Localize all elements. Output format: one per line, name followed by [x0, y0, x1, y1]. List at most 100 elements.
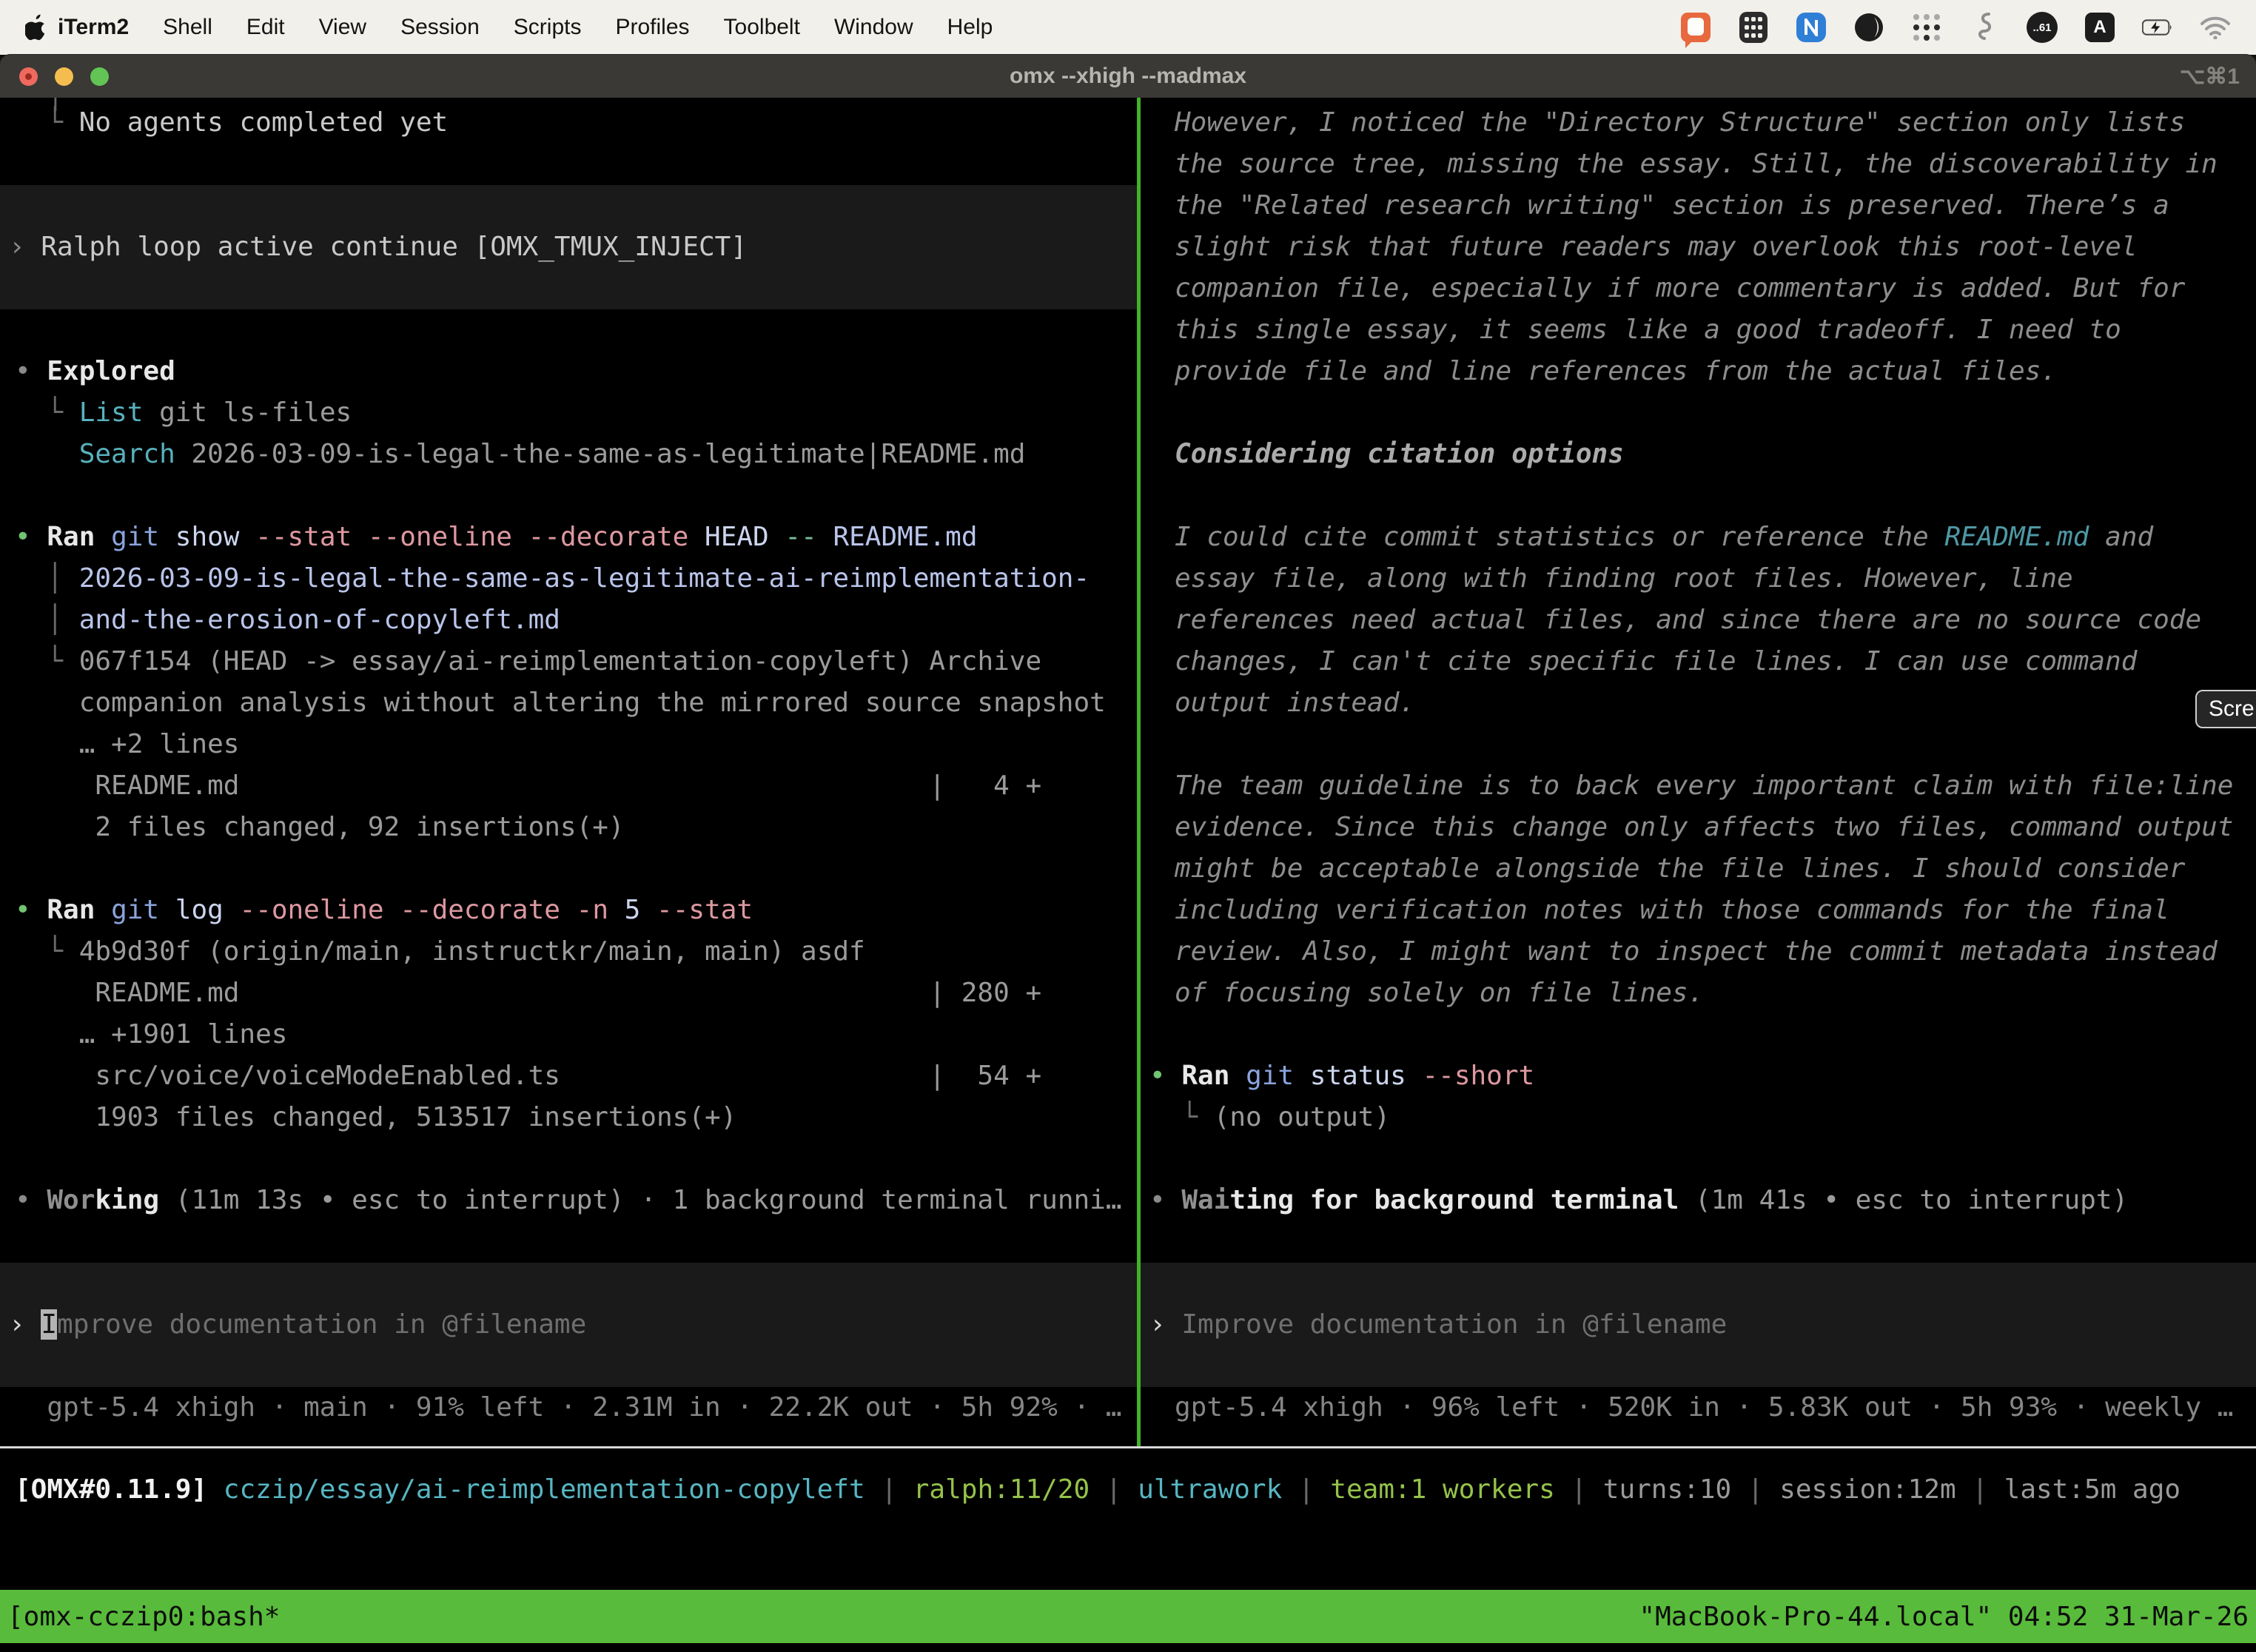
blue-bolt-icon[interactable]	[1796, 12, 1827, 43]
omx-status-area: [OMX#0.11.9] cczip/essay/ai-reimplementa…	[0, 1448, 2256, 1590]
terminal-row	[0, 1221, 1137, 1263]
terminal-row	[0, 144, 1137, 185]
tmux-panes: └ No agents completed yet › Ralph loop ac…	[0, 98, 2256, 1446]
tmux-session-label[interactable]: [omx-cczip0:bash*	[7, 1602, 280, 1632]
terminal-row: slight risk that future readers may over…	[1141, 226, 2256, 268]
iterm-window: omx --xhigh --madmax ⌥⌘1 │ └ No agents c…	[0, 55, 2256, 1652]
terminal-row: references need actual files, and since …	[1141, 600, 2256, 641]
terminal-row: the "Related research writing" section i…	[1141, 185, 2256, 226]
terminal-row: └ 4b9d30f (origin/main, instructkr/main,…	[0, 931, 1137, 973]
input-source-badge[interactable]: A	[2084, 12, 2115, 43]
explored-header: • Explored	[0, 351, 1137, 392]
terminal-row	[0, 309, 1137, 351]
terminal-row	[0, 475, 1137, 517]
tree-line-fragment: │	[47, 98, 64, 117]
terminal-row	[1141, 1263, 2256, 1304]
battery-percent-badge[interactable]: ..61	[2027, 12, 2058, 43]
apple-menu-icon[interactable]	[25, 14, 47, 41]
terminal-row	[1141, 475, 2256, 517]
menu-view[interactable]: View	[319, 15, 366, 40]
explored-search: Search 2026-03-09-is-legal-the-same-as-l…	[0, 434, 1137, 475]
terminal-row: companion file, especially if more comme…	[1141, 268, 2256, 309]
dots-grid-icon[interactable]	[1911, 12, 1942, 43]
omx-status-bar: [OMX#0.11.9] cczip/essay/ai-reimplementa…	[0, 1469, 2256, 1511]
agents-status-row: └ No agents completed yet	[0, 102, 1137, 144]
terminal-row: … +2 lines	[0, 724, 1137, 765]
menu-window[interactable]: Window	[834, 15, 913, 40]
menu-iterm2[interactable]: iTerm2	[58, 15, 129, 40]
working-indicator: • Working (11m 13s • esc to interrupt) ·…	[0, 1180, 1137, 1221]
terminal-row: changes, I can't cite specific file line…	[1141, 641, 2256, 682]
command-row: • Ran git status --short	[1141, 1055, 2256, 1097]
menu-toolbelt[interactable]: Toolbelt	[724, 15, 800, 40]
terminal-row: output instead.	[1141, 682, 2256, 724]
terminal-row	[0, 1138, 1137, 1180]
terminal-row: essay file, along with finding root file…	[1141, 558, 2256, 600]
terminal-row	[0, 1263, 1137, 1304]
minimize-button[interactable]	[55, 67, 73, 86]
squiggle-icon[interactable]	[1969, 12, 2000, 43]
terminal-row: of focusing solely on file lines.	[1141, 973, 2256, 1014]
terminal-row: this single essay, it seems like a good …	[1141, 309, 2256, 351]
right-terminal-pane[interactable]: However, I noticed the "Directory Struct…	[1141, 98, 2256, 1446]
terminal-row	[0, 185, 1137, 226]
menu-bar: iTerm2 Shell Edit View Session Scripts P…	[0, 0, 2256, 55]
wifi-icon[interactable]	[2200, 12, 2231, 43]
pane-status-line: gpt-5.4 xhigh · main · 91% left · 2.31M …	[0, 1387, 1137, 1428]
terminal-row: │ and-the-erosion-of-copyleft.md	[0, 600, 1137, 641]
window-shortcut-hint: ⌥⌘1	[2180, 55, 2240, 98]
title-bar[interactable]: omx --xhigh --madmax ⌥⌘1	[0, 55, 2256, 98]
prompt-input[interactable]: › Improve documentation in @filename	[0, 1304, 1137, 1346]
left-terminal-pane[interactable]: └ No agents completed yet › Ralph loop ac…	[0, 98, 1137, 1446]
terminal-row	[1141, 1346, 2256, 1387]
terminal-row: … +1901 lines	[0, 1014, 1137, 1055]
window-controls	[19, 55, 109, 98]
terminal-row	[1141, 724, 2256, 765]
terminal-row: including verification notes with those …	[1141, 890, 2256, 931]
menu-profiles[interactable]: Profiles	[615, 15, 689, 40]
menu-edit[interactable]: Edit	[246, 15, 285, 40]
screen-share-overlay[interactable]: Scre	[2195, 690, 2256, 728]
ralph-inject-row: › Ralph loop active continue [OMX_TMUX_I…	[0, 226, 1137, 268]
window-title: omx --xhigh --madmax	[1010, 64, 1246, 89]
menu-help[interactable]: Help	[947, 15, 993, 40]
prompt-input[interactable]: › Improve documentation in @filename	[1141, 1304, 2256, 1346]
menu-session[interactable]: Session	[400, 15, 480, 40]
waiting-indicator: • Waiting for background terminal (1m 41…	[1141, 1180, 2256, 1221]
terminal-row	[0, 1346, 1137, 1387]
terminal-row: evidence. Since this change only affects…	[1141, 807, 2256, 848]
terminal-row: README.md | 4 +	[0, 765, 1137, 807]
dark-crescent-icon[interactable]	[1853, 12, 1884, 43]
tmux-status-bar: [omx-cczip0:bash* "MacBook-Pro-44.local"…	[0, 1590, 2256, 1643]
zoom-button[interactable]	[90, 67, 109, 86]
terminal-row	[1141, 1138, 2256, 1180]
terminal-row	[1141, 1014, 2256, 1055]
terminal-row: 1903 files changed, 513517 insertions(+)	[0, 1097, 1137, 1138]
tmux-host-clock: "MacBook-Pro-44.local" 04:52 31-Mar-26	[1639, 1602, 2249, 1632]
reasoning-heading: Considering citation options	[1141, 434, 2256, 475]
terminal-area: │ └ No agents completed yet › Ralph loop …	[0, 98, 2256, 1652]
command-row: • Ran git log --oneline --decorate -n 5 …	[0, 890, 1137, 931]
terminal-row	[1141, 1221, 2256, 1263]
close-button[interactable]	[19, 67, 38, 86]
reasoning-text: However, I noticed the "Directory Struct…	[1141, 102, 2256, 144]
menu-scripts[interactable]: Scripts	[514, 15, 582, 40]
terminal-row: review. Also, I might want to inspect th…	[1141, 931, 2256, 973]
pane-status-line: gpt-5.4 xhigh · 96% left · 520K in · 5.8…	[1141, 1387, 2256, 1428]
terminal-row: 2 files changed, 92 insertions(+)	[0, 807, 1137, 848]
terminal-row: src/voice/voiceModeEnabled.ts | 54 +	[0, 1055, 1137, 1097]
terminal-row: └ 067f154 (HEAD -> essay/ai-reimplementa…	[0, 641, 1137, 682]
menu-items: iTerm2 Shell Edit View Session Scripts P…	[58, 15, 993, 40]
terminal-row	[0, 848, 1137, 890]
terminal-row	[1141, 392, 2256, 434]
terminal-row: provide file and line references from th…	[1141, 351, 2256, 392]
omx-status-line: [OMX#0.11.9] cczip/essay/ai-reimplementa…	[0, 1469, 2256, 1511]
terminal-row: the source tree, missing the essay. Stil…	[1141, 144, 2256, 185]
terminal-row: The team guideline is to back every impo…	[1141, 765, 2256, 807]
screen-recording-icon[interactable]	[1680, 12, 1711, 43]
terminal-row: might be acceptable alongside the file l…	[1141, 848, 2256, 890]
menu-shell[interactable]: Shell	[163, 15, 212, 40]
keypad-shield-icon[interactable]	[1738, 12, 1769, 43]
battery-icon[interactable]	[2142, 12, 2173, 43]
desktop-screen: iTerm2 Shell Edit View Session Scripts P…	[0, 0, 2256, 1652]
